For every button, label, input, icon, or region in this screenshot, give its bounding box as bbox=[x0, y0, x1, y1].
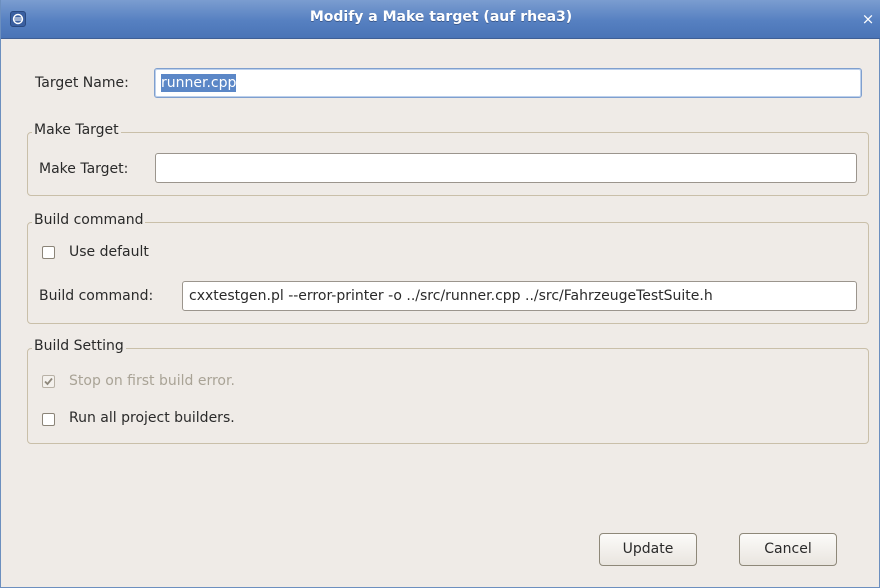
make-target-label: Make Target: bbox=[39, 161, 129, 177]
run-all-builders-checkbox[interactable] bbox=[42, 413, 55, 426]
target-name-value: runner.cpp bbox=[161, 74, 237, 92]
build-setting-group bbox=[27, 348, 869, 444]
build-command-group-title: Build command bbox=[32, 212, 146, 228]
use-default-label: Use default bbox=[69, 244, 149, 260]
build-command-input[interactable]: cxxtestgen.pl --error-printer -o ../src/… bbox=[182, 281, 857, 311]
build-command-label: Build command: bbox=[39, 288, 154, 304]
dialog-window: Modify a Make target (auf rhea3) × Targe… bbox=[0, 0, 880, 588]
stop-on-error-label: Stop on first build error. bbox=[69, 373, 235, 389]
use-default-checkbox[interactable] bbox=[42, 246, 55, 259]
stop-on-error-checkbox[interactable] bbox=[42, 375, 55, 388]
target-name-input[interactable]: runner.cpp bbox=[154, 68, 862, 98]
title-bar[interactable]: Modify a Make target (auf rhea3) × bbox=[1, 0, 880, 39]
update-button[interactable]: Update bbox=[599, 533, 697, 566]
target-name-label: Target Name: bbox=[35, 75, 129, 91]
close-icon[interactable]: × bbox=[859, 10, 877, 28]
build-setting-group-title: Build Setting bbox=[32, 338, 126, 354]
make-target-group-title: Make Target bbox=[32, 122, 121, 138]
window-title: Modify a Make target (auf rhea3) bbox=[309, 9, 573, 25]
checkmark-icon bbox=[44, 377, 53, 386]
run-all-builders-label: Run all project builders. bbox=[69, 410, 235, 426]
cancel-button[interactable]: Cancel bbox=[739, 533, 837, 566]
make-target-input[interactable] bbox=[155, 153, 857, 183]
